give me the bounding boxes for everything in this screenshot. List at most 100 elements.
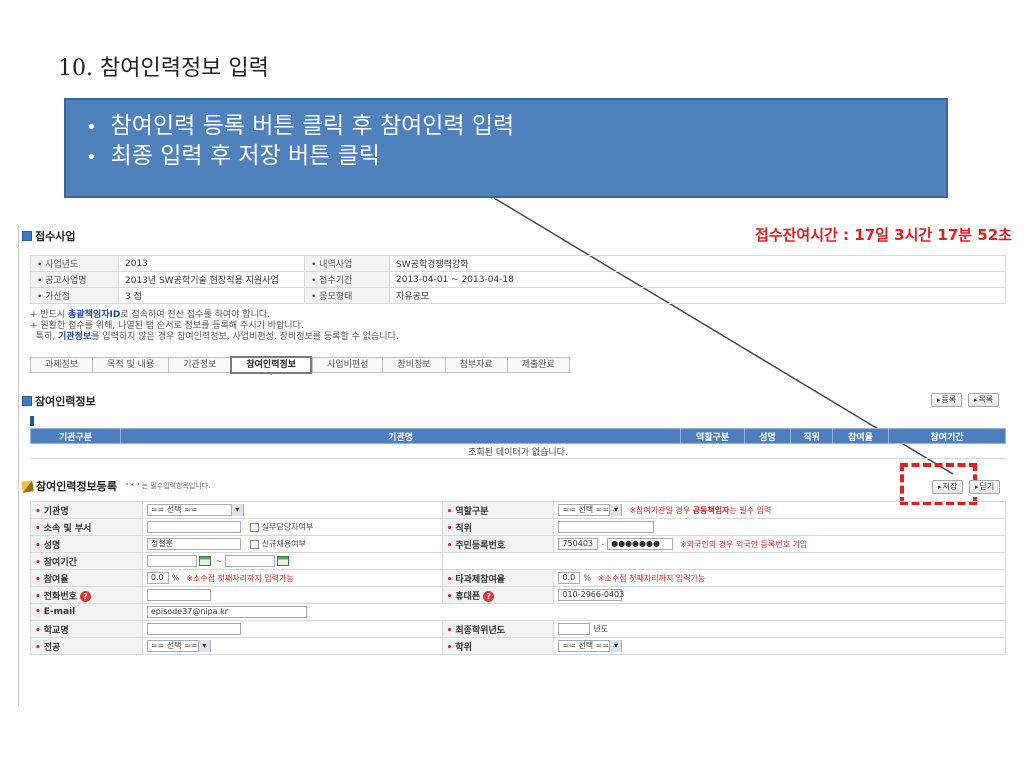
tab-org-info[interactable]: 기관정보 bbox=[168, 357, 231, 373]
help-icon[interactable]: ? bbox=[79, 590, 91, 602]
new-hire-checkbox[interactable] bbox=[249, 539, 259, 549]
rrn-front-input[interactable]: 750403 bbox=[558, 538, 599, 550]
field-label: 전화번호? bbox=[30, 586, 143, 604]
notice-text: + 반드시 총괄책임자ID로 접속하여 전산 접수를 하여야 합니다. + 원활… bbox=[30, 310, 399, 343]
name-input[interactable]: 정철훈 bbox=[146, 538, 241, 550]
section-title: 참여인력정보 bbox=[35, 395, 96, 408]
table-row: • 사업년도 2013 • 내역사업 SW공학경쟁력강화 bbox=[30, 255, 1006, 272]
section-icon bbox=[22, 396, 32, 406]
field-label: 전공 bbox=[30, 637, 143, 655]
tab-bar: 과제정보 목적 및 내용 기관정보 참여인력정보 사업비편성 장비정보 첨부자료… bbox=[30, 356, 570, 375]
field-label: 학교명 bbox=[30, 620, 143, 638]
section-header-form: 참여인력정보등록 " * " 는 필수입력항목입니다. bbox=[21, 478, 210, 494]
grad-year-unit: 년도 bbox=[593, 624, 609, 634]
major-select[interactable]: == 선택 == bbox=[146, 640, 211, 652]
column-header: 참여율 bbox=[832, 428, 889, 444]
other-rate-input[interactable]: 0.0 bbox=[558, 572, 581, 584]
period-end-input[interactable] bbox=[225, 555, 276, 567]
notice-line: 특히, 기관정보를 입력하지 않은 경우 참여인력정보, 사업비편성, 장비정보… bbox=[35, 332, 399, 342]
field-label: 성명 bbox=[30, 535, 143, 553]
tab-project-info[interactable]: 과제정보 bbox=[30, 357, 93, 373]
period-separator: ~ bbox=[215, 556, 223, 566]
table-row: 조회된 데이터가 없습니다. bbox=[30, 443, 1006, 459]
subsection-marker-icon bbox=[30, 416, 34, 426]
section-title: 참여인력정보등록 bbox=[36, 480, 117, 493]
dept-input[interactable] bbox=[146, 521, 241, 533]
field-cell: == 선택 == bbox=[141, 501, 443, 519]
field-cell bbox=[141, 620, 443, 638]
tab-equipment[interactable]: 장비정보 bbox=[382, 357, 445, 373]
column-header: 참여기간 bbox=[888, 428, 1006, 444]
mobile-input[interactable]: 010-2966-0403 bbox=[558, 589, 624, 601]
field-cell: episode37@nipa.kr bbox=[141, 603, 1007, 621]
tab-submit[interactable]: 제출완료 bbox=[506, 357, 570, 373]
rrn-back-input[interactable]: ●●●●●●● bbox=[607, 538, 674, 550]
empty-message: 조회된 데이터가 없습니다. bbox=[30, 443, 1006, 459]
save-button[interactable]: 저장 bbox=[932, 480, 964, 494]
help-icon[interactable]: ? bbox=[483, 590, 495, 602]
participant-form-table: 기관명 == 선택 == 역할구분 == 선택 == ※참여기관일 경우 공동책… bbox=[30, 501, 1007, 655]
checkbox-label: 신규채용여부 bbox=[261, 539, 306, 549]
field-cell bbox=[141, 586, 443, 604]
calendar-icon[interactable] bbox=[198, 556, 211, 566]
info-label: • 공고사업명 bbox=[30, 271, 119, 288]
grad-year-input[interactable] bbox=[558, 623, 591, 635]
rate-input[interactable]: 0.0 bbox=[146, 572, 169, 584]
section-header-participants: 참여인력정보 bbox=[22, 393, 96, 409]
field-label: 휴대폰? bbox=[441, 586, 555, 604]
form-row: E-mail episode37@nipa.kr bbox=[30, 603, 1007, 621]
field-cell: 0.0 % ※소수점 첫째자리까지 입력가능 bbox=[553, 569, 1006, 587]
role-select[interactable]: == 선택 == bbox=[558, 504, 623, 516]
tab-attachments[interactable]: 첨부자료 bbox=[444, 357, 507, 373]
calendar-icon[interactable] bbox=[277, 556, 290, 566]
email-input[interactable]: episode37@nipa.kr bbox=[146, 606, 307, 618]
other-rate-unit: % bbox=[583, 573, 591, 583]
notice-line: + 원활한 접수를 위해, 나열된 탭 순서로 정보를 등록해 주시기 바랍니다… bbox=[30, 321, 304, 331]
org-name-select[interactable]: == 선택 == bbox=[146, 504, 244, 516]
tab-purpose[interactable]: 목적 및 내용 bbox=[92, 357, 169, 373]
phone-input[interactable] bbox=[146, 589, 211, 601]
close-button[interactable]: 닫기 bbox=[969, 480, 1001, 494]
degree-select[interactable]: == 선택 == bbox=[558, 640, 623, 652]
form-row: 기관명 == 선택 == 역할구분 == 선택 == ※참여기관일 경우 공동책… bbox=[30, 501, 1006, 519]
school-input[interactable] bbox=[146, 623, 241, 635]
register-button[interactable]: 등록 bbox=[931, 393, 963, 407]
field-cell: == 선택 == bbox=[141, 637, 443, 655]
instruction-callout: 참여인력 등록 버튼 클릭 후 참여인력 입력 최종 입력 후 저장 버튼 클릭 bbox=[64, 98, 948, 198]
tab-budget[interactable]: 사업비편성 bbox=[312, 357, 383, 373]
business-info-table: • 사업년도 2013 • 내역사업 SW공학경쟁력강화 • 공고사업명 201… bbox=[30, 255, 1006, 304]
rate-unit: % bbox=[171, 573, 180, 583]
field-cell: == 선택 == ※참여기관일 경우 공동책임자는 필수 입력 bbox=[553, 501, 1006, 519]
column-header: 기관구분 bbox=[30, 428, 121, 444]
field-cell bbox=[553, 518, 1006, 536]
field-cell: == 선택 == bbox=[553, 637, 1006, 655]
info-value: 2013 bbox=[118, 255, 305, 272]
period-start-input[interactable] bbox=[146, 555, 197, 567]
field-label: 역할구분 bbox=[441, 501, 555, 519]
empty-cell bbox=[441, 552, 1007, 570]
form-row: 참여율 0.0 % ※소수점 첫째자리까지 입력가능 타과제참여율 0.0 % … bbox=[30, 569, 1006, 587]
section-header-business: 접수사업 bbox=[22, 228, 75, 244]
callout-bullet: 참여인력 등록 버튼 클릭 후 참여인력 입력 bbox=[86, 112, 926, 142]
page-left-border bbox=[18, 226, 19, 706]
staff-checkbox[interactable] bbox=[249, 522, 259, 532]
position-input[interactable] bbox=[558, 521, 655, 533]
field-cell: 실무담당자여부 bbox=[141, 518, 443, 536]
field-label: 기관명 bbox=[30, 501, 143, 519]
callout-bullet: 최종 입력 후 저장 버튼 클릭 bbox=[86, 142, 926, 172]
table-row: • 공고사업명 2013년 SW공학기술 현장적용 지원사업 • 접수기간 20… bbox=[30, 271, 1006, 288]
info-label: • 가산점 bbox=[30, 287, 119, 304]
form-row: 전공 == 선택 == 학위 == 선택 == bbox=[30, 637, 1006, 655]
list-button[interactable]: 목록 bbox=[968, 393, 1000, 407]
info-value: 2013-04-01 ~ 2013-04-18 bbox=[389, 271, 1006, 288]
field-cell: 750403 - ●●●●●●● ※외국인의 경우 외국인 등록번호 기입 bbox=[553, 535, 1006, 553]
tab-participants[interactable]: 참여인력정보 bbox=[230, 356, 313, 375]
form-row: 전화번호? 휴대폰? 010-2966-0403 bbox=[30, 586, 1006, 604]
info-label: • 사업년도 bbox=[30, 255, 119, 272]
field-label: 참여율 bbox=[30, 569, 143, 587]
participants-table: 기관구분 기관명 역할구분 성명 직위 참여율 참여기간 조회된 데이터가 없습… bbox=[30, 428, 1006, 459]
info-value: 2013년 SW공학기술 현장적용 지원사업 bbox=[118, 271, 305, 288]
section-icon bbox=[22, 231, 32, 241]
checkbox-label: 실무담당자여부 bbox=[261, 522, 314, 532]
column-header: 기관명 bbox=[120, 428, 681, 444]
